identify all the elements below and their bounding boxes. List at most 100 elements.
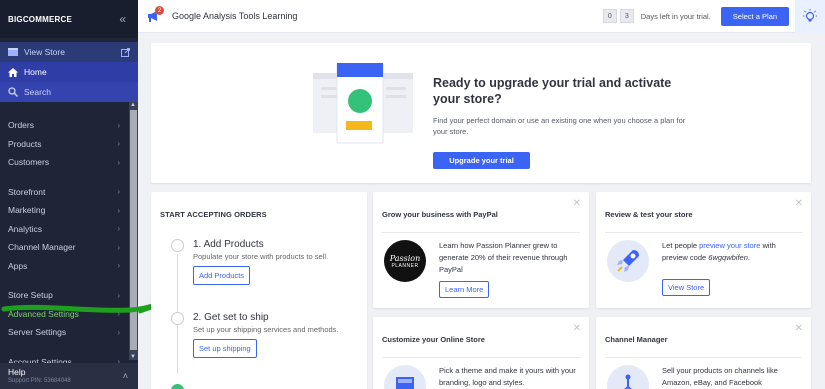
sidebar-item-orders[interactable]: Orders › bbox=[0, 116, 138, 135]
external-link-icon bbox=[121, 47, 130, 57]
scrollbar-thumb[interactable] bbox=[130, 110, 137, 350]
sidebar-nav: Orders › Products › Customers › Storefront ›… bbox=[0, 102, 138, 371]
theme-glyph bbox=[396, 377, 414, 389]
collapse-sidebar-icon[interactable]: « bbox=[119, 12, 126, 26]
sidebar-search[interactable]: Search bbox=[0, 82, 138, 102]
close-icon[interactable]: ✕ bbox=[573, 198, 581, 209]
orders-heading: START ACCEPTING ORDERS bbox=[160, 210, 267, 219]
step-circle bbox=[171, 312, 184, 325]
paypal-heading: Grow your business with PayPal bbox=[382, 210, 498, 219]
notifications[interactable]: 2 bbox=[146, 6, 164, 23]
logo-line: PLANNER bbox=[391, 262, 419, 269]
chevron-right-icon: › bbox=[117, 327, 120, 337]
sidebar-item-store-setup[interactable]: Store Setup › bbox=[0, 286, 138, 305]
select-plan-button[interactable]: Select a Plan bbox=[720, 6, 789, 26]
review-card: ✕ Review & test your store Let people pr… bbox=[596, 192, 811, 308]
notification-badge: 2 bbox=[155, 6, 164, 15]
scroll-down-icon[interactable]: ▼ bbox=[130, 354, 136, 360]
rocket-glyph bbox=[617, 250, 639, 272]
sidebar-item-storefront[interactable]: Storefront › bbox=[0, 183, 138, 202]
learn-more-button[interactable]: Learn More bbox=[439, 281, 490, 298]
sidebar-item-customers[interactable]: Customers › bbox=[0, 153, 138, 172]
bigcommerce-logo[interactable]: BIGCOMMERCE bbox=[8, 15, 72, 24]
nav-label: Marketing bbox=[8, 205, 46, 216]
chevron-right-icon: › bbox=[117, 157, 120, 167]
sidebar-item-apps[interactable]: Apps › bbox=[0, 257, 138, 276]
rocket-icon bbox=[607, 240, 649, 282]
divider bbox=[382, 357, 580, 358]
nav-label: Server Settings bbox=[8, 327, 67, 338]
close-icon[interactable]: ✕ bbox=[573, 323, 581, 334]
nav-label: Apps bbox=[8, 260, 28, 271]
step-circle bbox=[171, 384, 184, 389]
chevron-right-icon: › bbox=[117, 261, 120, 271]
theme-icon bbox=[384, 365, 426, 389]
upgrade-card: Ready to upgrade your trial and activate… bbox=[151, 43, 811, 183]
sidebar-item-channel-manager[interactable]: Channel Manager › bbox=[0, 238, 138, 257]
days-digit: 3 bbox=[619, 9, 634, 23]
help-label: Help bbox=[8, 367, 26, 377]
view-store-label: View Store bbox=[24, 47, 65, 57]
sidebar-item-products[interactable]: Products › bbox=[0, 135, 138, 154]
home-label: Home bbox=[24, 67, 47, 77]
sidebar-scrollbar[interactable]: ▲ ▼ bbox=[129, 102, 138, 360]
channel-text: Sell your products on channels like Amaz… bbox=[662, 366, 778, 387]
nav-label: Analytics bbox=[8, 223, 43, 234]
chevron-right-icon: › bbox=[117, 120, 120, 130]
review-heading: Review & test your store bbox=[605, 210, 693, 219]
upgrade-body: Find your perfect domain or use an exist… bbox=[433, 116, 686, 136]
help-panel[interactable]: Help Support PIN: 53684048 ˄ bbox=[0, 363, 138, 389]
chevron-right-icon: › bbox=[117, 205, 120, 215]
top-bar: 2 Google Analysis Tools Learning 0 3 Day… bbox=[138, 0, 825, 33]
support-pin: Support PIN: 53684048 bbox=[8, 378, 71, 384]
home-icon bbox=[8, 67, 18, 77]
step-desc: Populate your store with products to sel… bbox=[193, 252, 329, 261]
nav-label: Customers bbox=[8, 157, 50, 168]
paypal-card: ✕ Grow your business with PayPal Passion… bbox=[373, 192, 589, 308]
customize-heading: Customize your Online Store bbox=[382, 335, 485, 344]
view-store-button[interactable]: View Store bbox=[662, 279, 711, 296]
bulb-icon bbox=[803, 9, 817, 22]
preview-store-link[interactable]: preview your store bbox=[699, 241, 760, 250]
step-title: 2. Get set to ship bbox=[193, 312, 269, 323]
nav-label: Orders bbox=[8, 120, 34, 131]
sidebar-item-home[interactable]: Home bbox=[0, 62, 138, 82]
nav-label: Storefront bbox=[8, 186, 46, 197]
review-text: Let people preview your store with previ… bbox=[662, 240, 802, 264]
customize-store-card: ✕ Customize your Online Store Pick a the… bbox=[373, 317, 589, 389]
step-shipping: 2. Get set to ship Set up your shipping … bbox=[171, 312, 339, 358]
set-up-shipping-button[interactable]: Set up shipping bbox=[193, 339, 257, 358]
channels-icon bbox=[607, 365, 649, 389]
channel-heading: Channel Manager bbox=[605, 335, 668, 344]
search-label: Search bbox=[24, 87, 51, 97]
add-products-button[interactable]: Add Products bbox=[193, 266, 251, 285]
chevron-right-icon: › bbox=[117, 224, 120, 234]
nav-label: Products bbox=[8, 138, 42, 149]
scroll-up-icon[interactable]: ▲ bbox=[130, 102, 136, 108]
passion-planner-logo: Passion PLANNER bbox=[384, 240, 426, 282]
upgrade-trial-button[interactable]: Upgrade your trial bbox=[433, 152, 530, 169]
close-icon[interactable]: ✕ bbox=[795, 198, 803, 209]
trial-counter: 0 3 Days left in your trial. Select a Pl… bbox=[602, 6, 795, 26]
brand-bar: BIGCOMMERCE « bbox=[0, 0, 138, 38]
view-store-link[interactable]: View Store bbox=[0, 42, 138, 62]
lightbulb-icon[interactable] bbox=[795, 0, 825, 33]
search-icon bbox=[8, 87, 18, 97]
chevron-right-icon: › bbox=[117, 290, 120, 300]
upgrade-illustration bbox=[313, 63, 413, 144]
sidebar-item-analytics[interactable]: Analytics › bbox=[0, 220, 138, 239]
chevron-up-icon: ˄ bbox=[122, 371, 128, 381]
chevron-right-icon: › bbox=[117, 242, 120, 252]
upgrade-title: Ready to upgrade your trial and activate… bbox=[433, 76, 672, 106]
divider bbox=[382, 232, 580, 233]
sidebar-item-marketing[interactable]: Marketing › bbox=[0, 201, 138, 220]
sidebar: BIGCOMMERCE « View Store Home Search Ord… bbox=[0, 0, 138, 389]
review-text-end: . bbox=[747, 253, 750, 262]
chevron-right-icon: › bbox=[117, 309, 120, 319]
nav-label: Advanced Settings bbox=[8, 308, 79, 319]
review-text-start: Let people bbox=[662, 241, 700, 250]
sidebar-item-server-settings[interactable]: Server Settings › bbox=[0, 323, 138, 342]
close-icon[interactable]: ✕ bbox=[795, 323, 803, 334]
sidebar-item-advanced-settings[interactable]: Advanced Settings › bbox=[0, 305, 138, 324]
step-circle bbox=[171, 239, 184, 252]
